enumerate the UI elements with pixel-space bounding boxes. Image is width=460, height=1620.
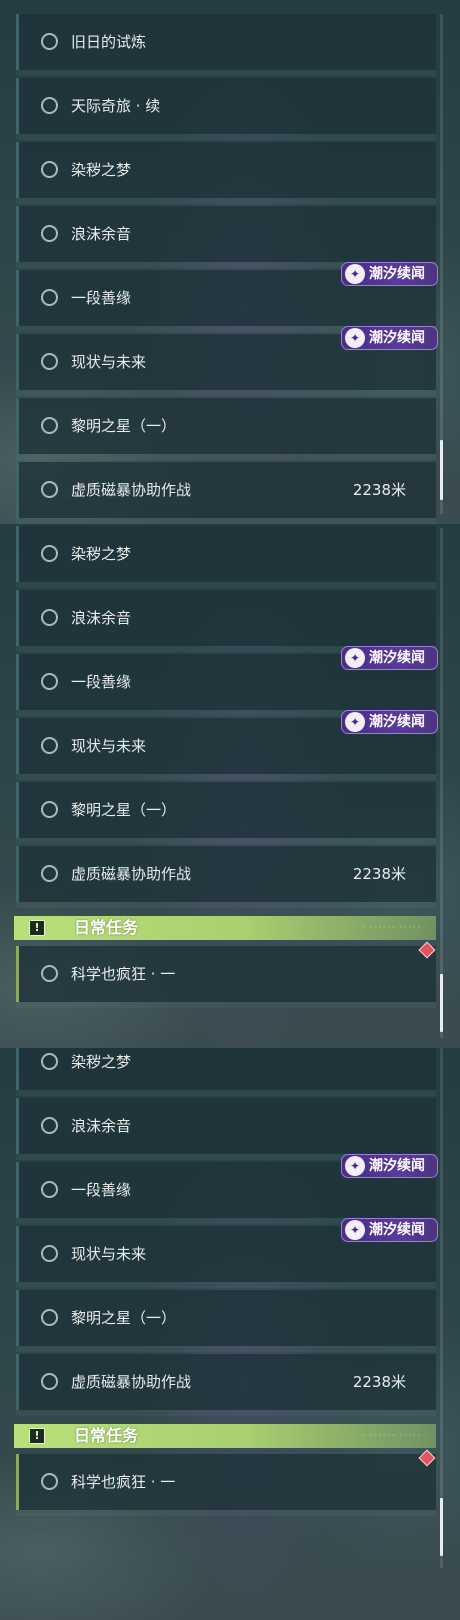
quest-distance: 2238米 — [352, 865, 406, 883]
circle-outline-icon — [41, 417, 58, 434]
scrollbar-track[interactable] — [440, 14, 443, 514]
quest-item[interactable]: 黎明之星（一） — [16, 398, 436, 454]
quest-panel-2: 染秽之梦 浪沫余音 一段善缘 现状与未来 黎明之星（一） 虚质磁暴协助作战 22… — [0, 524, 460, 1048]
quest-label: 旧日的试炼 — [71, 33, 147, 51]
circle-outline-icon — [41, 673, 58, 690]
circle-outline-icon — [41, 161, 58, 178]
quest-item[interactable]: 染秽之梦 — [16, 526, 436, 582]
tide-story-icon: ✦ — [345, 712, 365, 732]
quest-panel-3: 染秽之梦 浪沫余音 一段善缘 现状与未来 黎明之星（一） 虚质磁暴协助作战 22… — [0, 1048, 460, 1620]
quest-item[interactable]: 黎明之星（一） — [16, 1290, 436, 1346]
quest-label: 染秽之梦 — [71, 161, 132, 179]
tide-story-badge: ✦ 潮汐续闻 — [341, 1218, 438, 1242]
scrollbar-thumb[interactable] — [440, 440, 443, 500]
quest-distance: 2238米 — [352, 1373, 406, 1391]
quest-label: 黎明之星（一） — [71, 1309, 177, 1327]
badge-label: 潮汐续闻 — [369, 266, 425, 282]
circle-outline-icon — [41, 1117, 58, 1134]
circle-outline-icon — [41, 1181, 58, 1198]
badge-label: 潮汐续闻 — [369, 650, 425, 666]
tide-story-icon: ✦ — [345, 264, 365, 284]
circle-outline-icon — [41, 1473, 58, 1490]
quest-item[interactable]: 染秽之梦 — [16, 142, 436, 198]
circle-outline-icon — [41, 1309, 58, 1326]
badge-label: 潮汐续闻 — [369, 714, 425, 730]
tide-story-badge: ✦ 潮汐续闻 — [341, 326, 438, 350]
circle-outline-icon — [41, 865, 58, 882]
scrollbar-track[interactable] — [440, 528, 443, 1038]
quest-label: 浪沫余音 — [71, 609, 132, 627]
quest-item[interactable]: 黎明之星（一） — [16, 782, 436, 838]
tide-story-icon: ✦ — [345, 328, 365, 348]
quest-item[interactable]: 染秽之梦 — [16, 1048, 436, 1090]
quest-item[interactable]: 虚质磁暴协助作战 2238米 — [16, 462, 436, 518]
daily-tasks-title: 日常任务 — [74, 1426, 139, 1445]
circle-outline-icon — [41, 481, 58, 498]
quest-label: 染秽之梦 — [71, 545, 132, 563]
exclamation-box-icon: ! — [29, 1428, 45, 1444]
tide-story-icon: ✦ — [345, 1220, 365, 1240]
quest-label: 科学也疯狂 · 一 — [71, 1473, 176, 1491]
tide-story-badge: ✦ 潮汐续闻 — [341, 1154, 438, 1178]
circle-outline-icon — [41, 801, 58, 818]
quest-item[interactable]: 虚质磁暴协助作战 2238米 — [16, 846, 436, 902]
quest-label: 现状与未来 — [71, 737, 147, 755]
scrollbar-thumb[interactable] — [440, 1498, 443, 1556]
quest-item[interactable]: 天际奇旅 · 续 — [16, 78, 436, 134]
daily-quest-item[interactable]: 科学也疯狂 · 一 — [16, 1454, 436, 1510]
tide-story-icon: ✦ — [345, 1156, 365, 1176]
daily-tasks-decoration: ◦ ◦◦◦◦◦◦ ◦◦◦◦◦ — [361, 924, 422, 931]
daily-tasks-title: 日常任务 — [74, 918, 139, 937]
quest-label: 浪沫余音 — [71, 225, 132, 243]
quest-label: 科学也疯狂 · 一 — [71, 965, 176, 983]
tide-story-badge: ✦ 潮汐续闻 — [341, 646, 438, 670]
quest-label: 虚质磁暴协助作战 — [71, 1373, 192, 1391]
exclamation-box-icon: ! — [29, 920, 45, 936]
daily-tasks-header[interactable]: ! 日常任务 ◦ ◦◦◦◦◦◦ ◦◦◦◦◦ — [14, 916, 436, 940]
quest-label: 现状与未来 — [71, 1245, 147, 1263]
tide-story-badge: ✦ 潮汐续闻 — [341, 710, 438, 734]
quest-label: 一段善缘 — [71, 289, 132, 307]
quest-label: 一段善缘 — [71, 673, 132, 691]
quest-panel-1: 旧日的试炼 天际奇旅 · 续 染秽之梦 浪沫余音 一段善缘 现状与未来 黎明之星… — [0, 0, 460, 524]
circle-outline-icon — [41, 1053, 58, 1070]
quest-label: 虚质磁暴协助作战 — [71, 865, 192, 883]
circle-outline-icon — [41, 545, 58, 562]
quest-item[interactable]: 浪沫余音 — [16, 206, 436, 262]
circle-outline-icon — [41, 609, 58, 626]
circle-outline-icon — [41, 353, 58, 370]
daily-tasks-decoration: ◦ ◦◦◦◦◦◦ ◦◦◦◦◦ — [361, 1432, 422, 1439]
quest-label: 现状与未来 — [71, 353, 147, 371]
quest-label: 虚质磁暴协助作战 — [71, 481, 192, 499]
quest-label: 浪沫余音 — [71, 1117, 132, 1135]
circle-outline-icon — [41, 289, 58, 306]
scrollbar-thumb[interactable] — [440, 974, 443, 1032]
quest-label: 黎明之星（一） — [71, 801, 177, 819]
quest-label: 染秽之梦 — [71, 1053, 132, 1071]
daily-quest-item[interactable]: 科学也疯狂 · 一 — [16, 946, 436, 1002]
tide-story-icon: ✦ — [345, 648, 365, 668]
quest-label: 一段善缘 — [71, 1181, 132, 1199]
circle-outline-icon — [41, 225, 58, 242]
circle-outline-icon — [41, 737, 58, 754]
circle-outline-icon — [41, 33, 58, 50]
circle-outline-icon — [41, 965, 58, 982]
quest-item[interactable]: 旧日的试炼 — [16, 14, 436, 70]
badge-label: 潮汐续闻 — [369, 1222, 425, 1238]
badge-label: 潮汐续闻 — [369, 1158, 425, 1174]
circle-outline-icon — [41, 97, 58, 114]
quest-item[interactable]: 虚质磁暴协助作战 2238米 — [16, 1354, 436, 1410]
daily-tasks-header[interactable]: ! 日常任务 ◦ ◦◦◦◦◦◦ ◦◦◦◦◦ — [14, 1424, 436, 1448]
scrollbar-track[interactable] — [440, 1048, 443, 1568]
tide-story-badge: ✦ 潮汐续闻 — [341, 262, 438, 286]
quest-distance: 2238米 — [352, 481, 406, 499]
circle-outline-icon — [41, 1245, 58, 1262]
quest-label: 天际奇旅 · 续 — [71, 97, 161, 115]
circle-outline-icon — [41, 1373, 58, 1390]
quest-item[interactable]: 浪沫余音 — [16, 1098, 436, 1154]
quest-item[interactable]: 浪沫余音 — [16, 590, 436, 646]
badge-label: 潮汐续闻 — [369, 330, 425, 346]
quest-label: 黎明之星（一） — [71, 417, 177, 435]
